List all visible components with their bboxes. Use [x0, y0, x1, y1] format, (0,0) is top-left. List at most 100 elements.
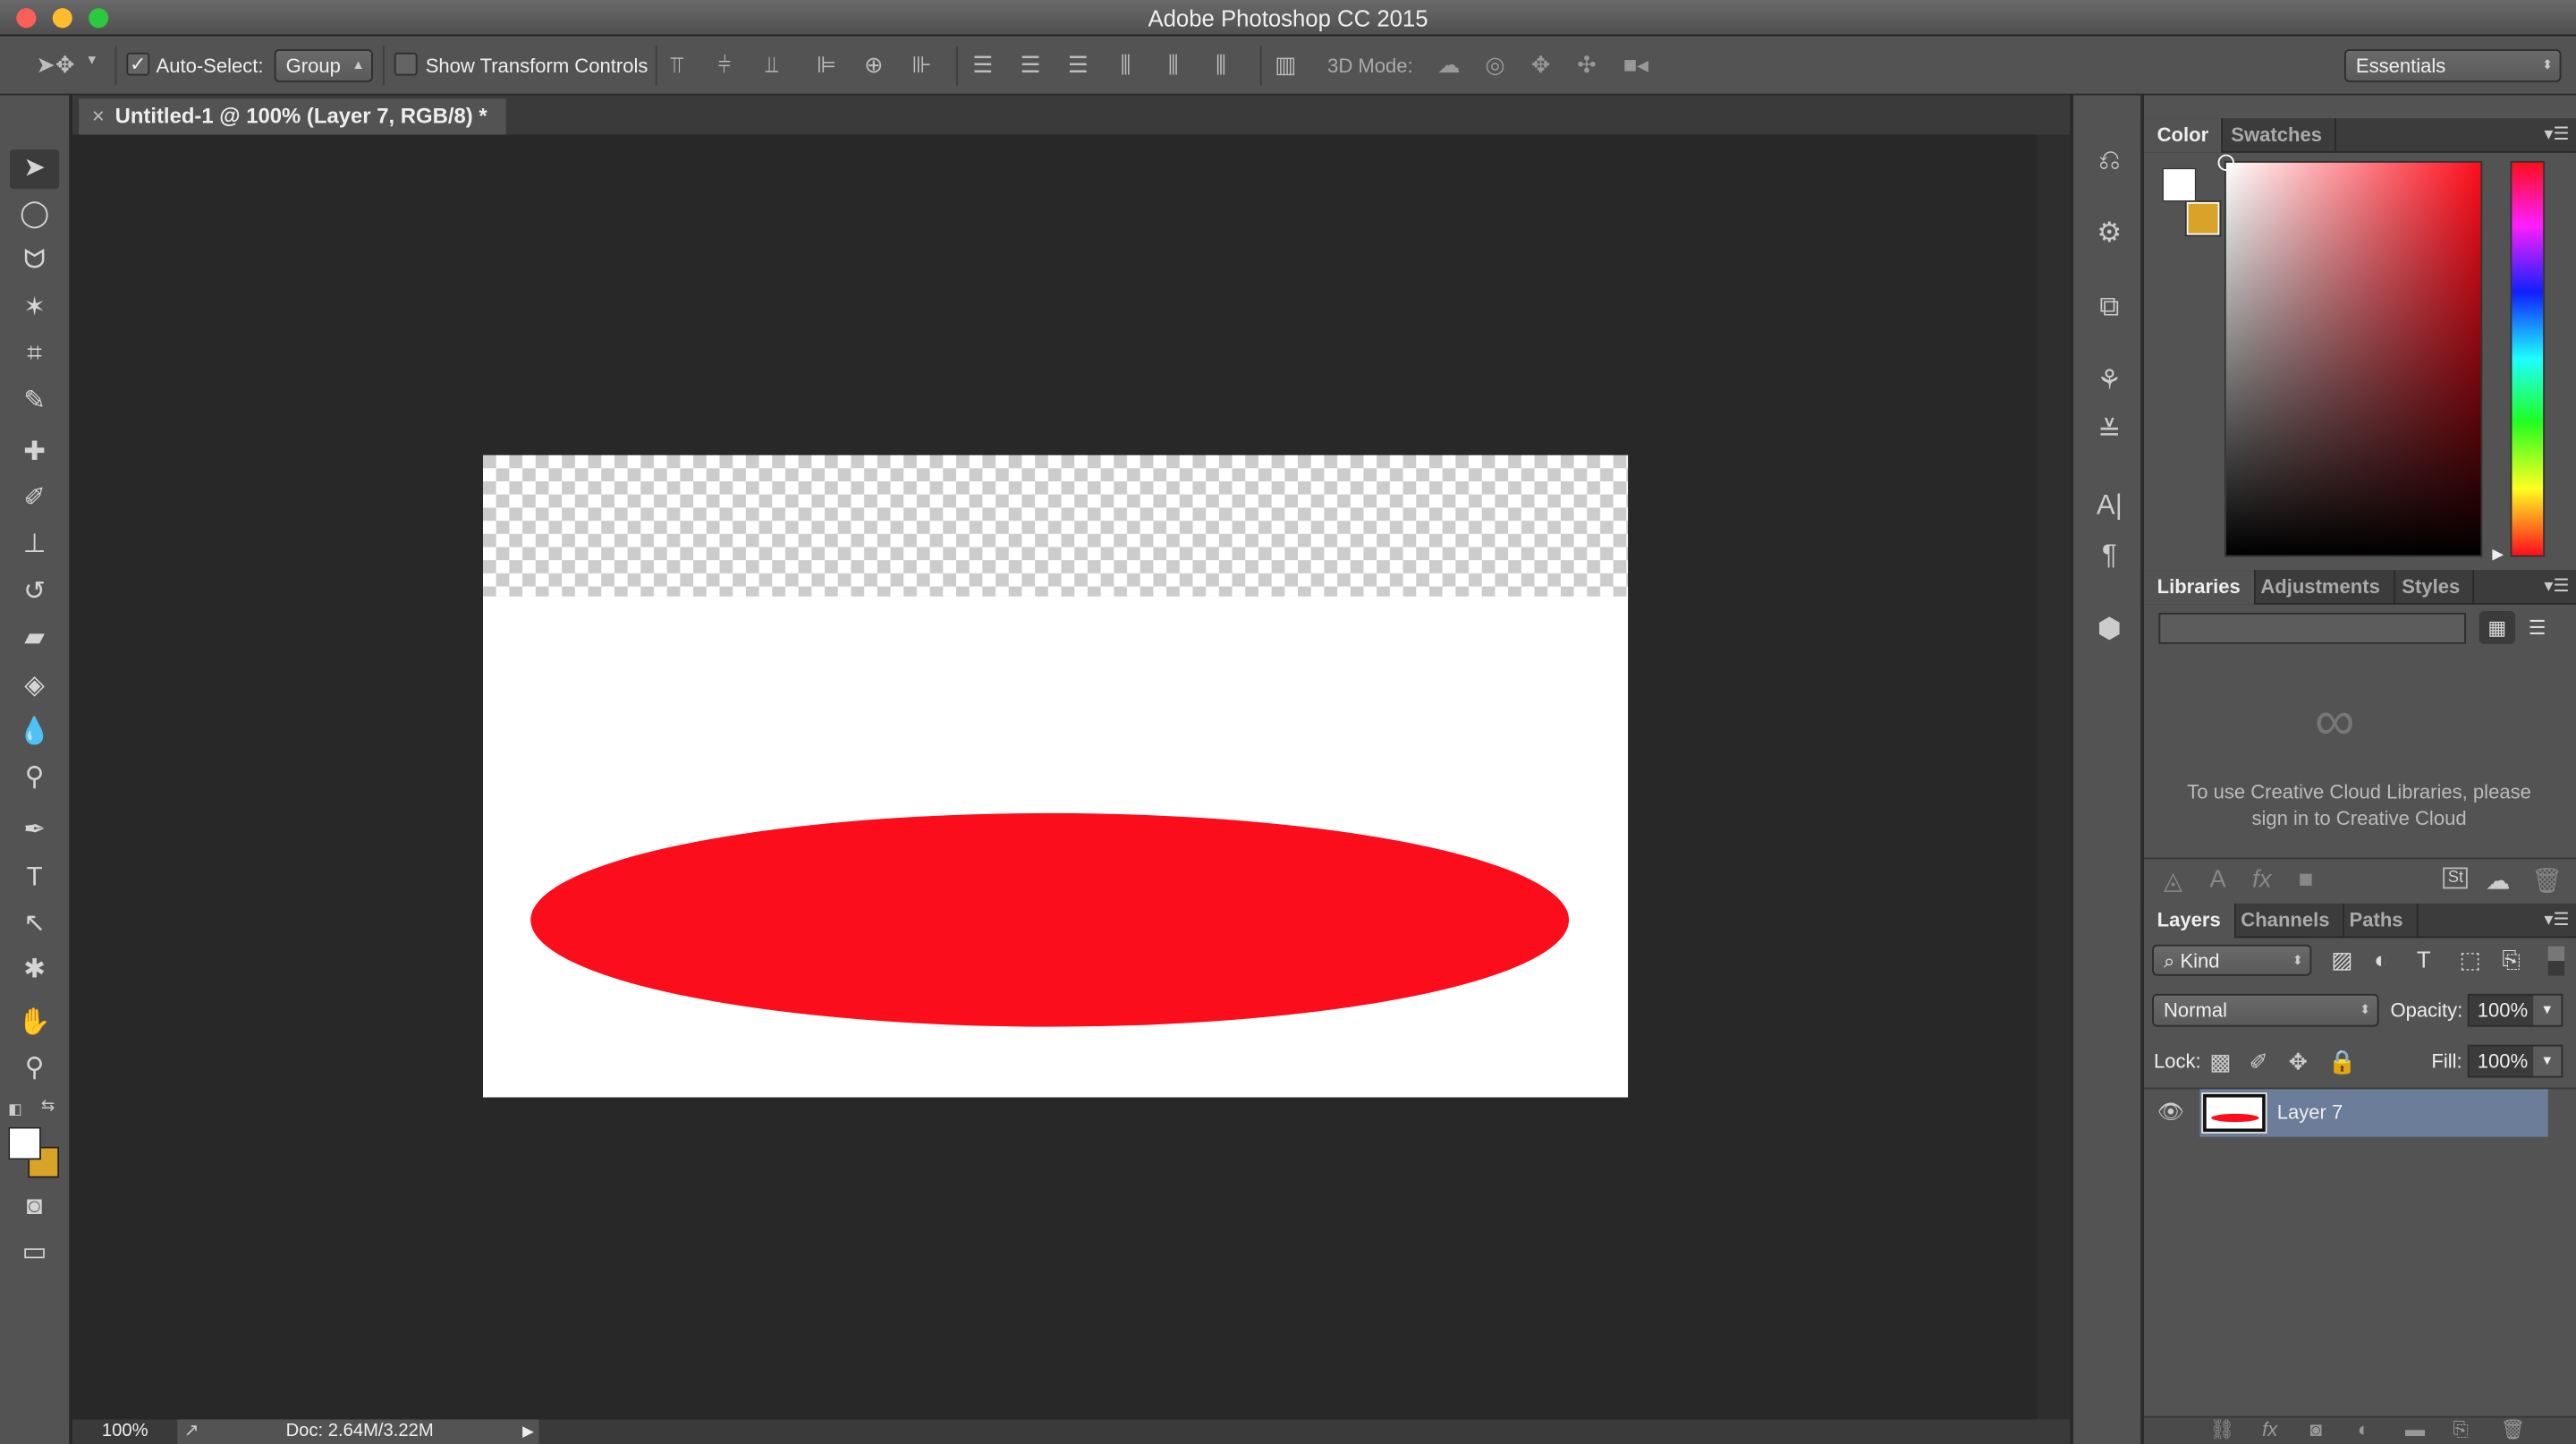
filter-pixel-icon[interactable]: ▨ — [2331, 947, 2352, 974]
add-character-style-icon[interactable]: A — [2209, 866, 2225, 894]
tab-libraries[interactable]: Libraries — [2143, 570, 2256, 605]
filter-type-icon[interactable]: T — [2417, 947, 2431, 973]
auto-select-mode-select[interactable]: Group ▲ — [274, 49, 373, 82]
document-tab[interactable]: × Untitled-1 @ 100% (Layer 7, RGB/8) * — [79, 98, 506, 135]
3d-orbit-icon[interactable]: ☁ — [1437, 51, 1461, 79]
red-ellipse-shape[interactable] — [530, 812, 1570, 1027]
type-tool[interactable]: T — [10, 859, 59, 898]
3d-slide-icon[interactable]: ✣ — [1577, 51, 1597, 79]
tab-styles[interactable]: Styles — [2389, 570, 2475, 605]
add-mask-icon[interactable]: ◙ — [2309, 1418, 2321, 1441]
workspace-select[interactable]: Essentials ⬍ — [2344, 49, 2562, 82]
distribute-vcenter-icon[interactable]: ☰ — [1021, 51, 1041, 79]
align-left-icon[interactable]: ⊫ — [817, 51, 836, 79]
zoom-tool[interactable]: ⚲ — [10, 1049, 59, 1089]
eyedropper-tool[interactable]: ✎ — [10, 383, 59, 422]
minimize-window-button[interactable] — [52, 8, 72, 29]
close-window-button[interactable] — [16, 8, 37, 29]
history-panel-icon[interactable]: ⎌ — [2087, 140, 2132, 183]
tab-channels[interactable]: Channels — [2228, 903, 2345, 939]
new-group-icon[interactable]: ▬ — [2405, 1418, 2425, 1441]
opacity-field[interactable]: 100% ▼ — [2467, 993, 2563, 1027]
delete-icon[interactable]: 🗑 — [2531, 866, 2563, 896]
lock-transparent-pixels-icon[interactable]: ▩ — [2209, 1048, 2231, 1075]
3d-pan-icon[interactable]: ✥ — [1531, 51, 1551, 79]
layer-row[interactable]: 👁 Layer 7 — [2144, 1089, 2548, 1137]
zoom-window-button[interactable] — [89, 8, 109, 29]
properties-panel-icon[interactable]: ⚙ — [2087, 212, 2132, 255]
custom-shape-tool[interactable]: ✱ — [10, 951, 59, 990]
link-layers-icon[interactable]: ⛓ — [2209, 1418, 2234, 1441]
tab-swatches[interactable]: Swatches — [2218, 118, 2337, 153]
cc-sync-icon[interactable]: ☁ — [2486, 866, 2511, 896]
align-right-icon[interactable]: ⊪ — [911, 51, 931, 79]
filter-smart-object-icon[interactable]: ⎘ — [2502, 947, 2521, 974]
filter-toggle-switch[interactable] — [2547, 946, 2565, 976]
distribute-right-icon[interactable]: ⫼ — [1216, 51, 1226, 79]
tool-preset-dropdown[interactable]: ▼ — [86, 53, 99, 68]
adobe-stock-icon[interactable]: St — [2443, 867, 2469, 889]
show-transform-checkbox[interactable] — [394, 52, 418, 76]
pen-tool[interactable]: ✒ — [10, 811, 59, 851]
path-selection-tool[interactable]: ↖ — [10, 905, 59, 945]
new-layer-icon[interactable]: ⎘ — [2453, 1418, 2469, 1443]
layer-filter-kind-select[interactable]: ⌕ Kind ⬍ — [2152, 944, 2312, 976]
add-graphic-icon[interactable]: ◬ — [2164, 866, 2182, 896]
foreground-color-swatch[interactable] — [8, 1126, 41, 1160]
blur-tool[interactable]: 💧 — [10, 713, 59, 752]
vertical-scrollbar[interactable] — [2037, 134, 2071, 1420]
color-panel-background-swatch[interactable] — [2184, 200, 2222, 237]
document-canvas[interactable] — [482, 454, 1629, 1098]
tab-layers[interactable]: Layers — [2143, 903, 2236, 939]
history-brush-tool[interactable]: ↺ — [10, 573, 59, 613]
visibility-eye-icon[interactable]: 👁 — [2157, 1099, 2184, 1125]
share-icon[interactable]: ↗ — [184, 1419, 199, 1444]
align-hcenter-icon[interactable]: ⊕ — [864, 51, 884, 79]
tab-color[interactable]: Color — [2143, 118, 2224, 153]
hand-tool[interactable]: ✋ — [10, 1004, 59, 1043]
zoom-level[interactable]: 100% — [102, 1419, 148, 1444]
status-menu-arrow-icon[interactable]: ▶ — [522, 1419, 534, 1444]
color-picker-cursor[interactable] — [2217, 154, 2234, 171]
distribute-hcenter-icon[interactable]: ⫼ — [1168, 51, 1179, 79]
3d-camera-icon[interactable]: ■◂ — [1623, 51, 1648, 79]
lasso-tool[interactable]: ᗢ — [10, 242, 59, 281]
brush-tool[interactable]: ✐ — [10, 480, 59, 519]
eraser-tool[interactable]: ▰ — [10, 619, 59, 658]
color-panel-foreground-swatch[interactable] — [2162, 167, 2197, 202]
align-vcenter-icon[interactable]: ⫩ — [718, 51, 732, 79]
quick-mask-button[interactable]: ◙ — [10, 1188, 59, 1227]
healing-brush-tool[interactable]: ✚ — [10, 434, 59, 473]
add-layer-style-icon[interactable]: fx — [2262, 1418, 2277, 1441]
panel-menu-icon[interactable]: ▾☰ — [2544, 570, 2569, 605]
blend-mode-select[interactable]: Normal ⬍ — [2152, 993, 2379, 1027]
move-tool[interactable]: ➤ — [10, 149, 60, 190]
panel-menu-icon[interactable]: ▾☰ — [2544, 904, 2569, 939]
list-view-icon[interactable]: ☰ — [2529, 611, 2546, 644]
character-panel-icon[interactable]: A| — [2087, 485, 2132, 528]
magic-wand-tool[interactable]: ✶ — [10, 289, 59, 328]
swap-colors-icon[interactable]: ⇆ — [41, 1098, 55, 1116]
brush-presets-panel-icon[interactable]: ≚ — [2087, 411, 2132, 454]
paragraph-panel-icon[interactable]: ¶ — [2087, 534, 2132, 577]
tab-adjustments[interactable]: Adjustments — [2248, 570, 2395, 605]
hue-slider[interactable] — [2510, 160, 2546, 557]
3d-panel-icon[interactable]: ⬢ — [2087, 607, 2132, 650]
add-layer-style-icon[interactable]: fx — [2252, 866, 2271, 894]
layer-name[interactable]: Layer 7 — [2277, 1100, 2343, 1124]
hue-slider-handle[interactable]: ▶ — [2492, 546, 2504, 564]
filter-adjustment-icon[interactable]: ◐ — [2374, 947, 2388, 973]
panel-menu-icon[interactable]: ▾☰ — [2544, 118, 2569, 153]
grid-view-icon[interactable]: ▦ — [2479, 611, 2516, 644]
brushes-panel-icon[interactable]: ⚘ — [2087, 360, 2132, 403]
canvas-area[interactable] — [72, 134, 2038, 1420]
dodge-tool[interactable]: ⚲ — [10, 759, 59, 798]
clone-stamp-tool[interactable]: ⊥ — [10, 526, 59, 565]
opacity-dropdown-icon[interactable]: ▼ — [2533, 995, 2562, 1025]
add-fill-color-icon[interactable]: ■ — [2299, 866, 2314, 894]
screen-mode-button[interactable]: ▭ — [10, 1234, 59, 1273]
distribute-top-icon[interactable]: ☰ — [972, 51, 993, 79]
clone-source-panel-icon[interactable]: ⧉ — [2087, 285, 2132, 328]
3d-roll-icon[interactable]: ◎ — [1485, 51, 1504, 79]
crop-tool[interactable]: ⌗ — [10, 336, 59, 375]
